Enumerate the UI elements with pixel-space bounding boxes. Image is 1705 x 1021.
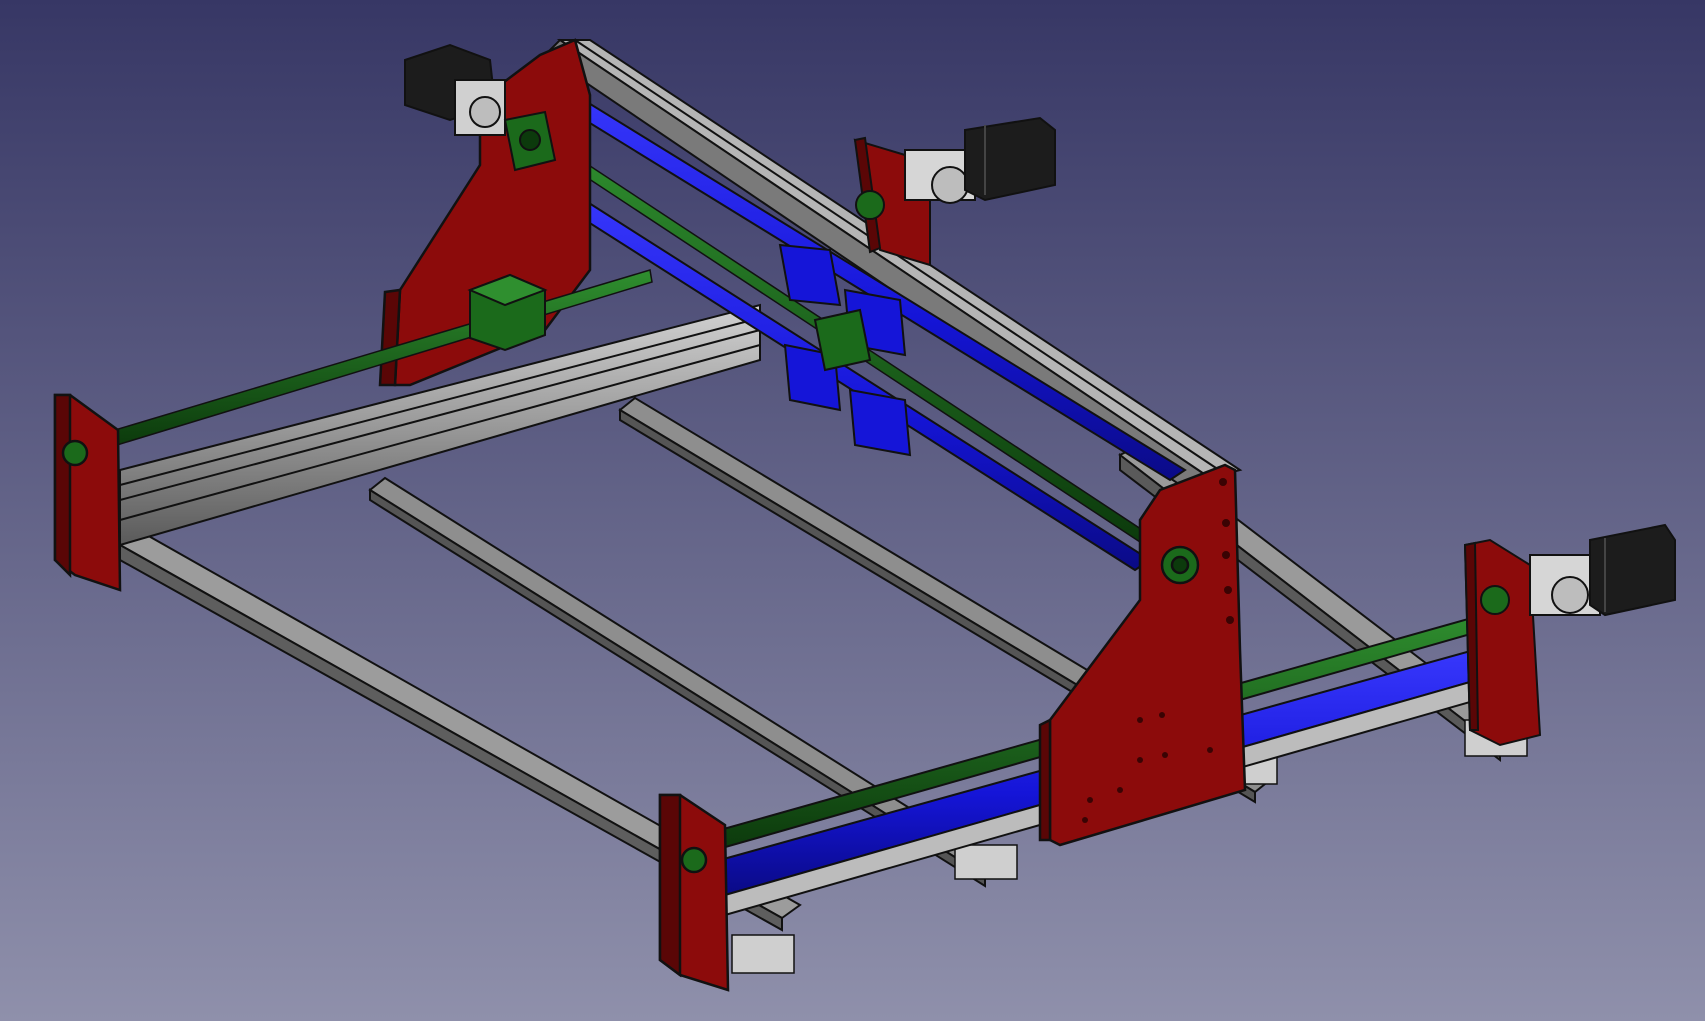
cad-3d-viewport[interactable] (0, 0, 1705, 1021)
linear-bearing-block (848, 388, 912, 457)
tslot-profile-left (731, 934, 795, 974)
tslot-profile-middle (954, 844, 1018, 880)
end-plate-front-left[interactable] (53, 393, 122, 592)
carriage-nut (813, 308, 872, 372)
bearing-green (1480, 585, 1510, 615)
stepper-motor (964, 116, 1056, 202)
bearing-green (855, 190, 885, 220)
stepper-motor (1589, 523, 1676, 617)
end-plate-front-right[interactable] (658, 793, 730, 992)
bearing-green (680, 846, 708, 874)
cnc-router-model[interactable] (0, 0, 1705, 1021)
ball-nut-left[interactable] (467, 273, 548, 352)
bearing-block-top-left[interactable] (503, 110, 557, 172)
linear-bearing-block (778, 243, 842, 307)
bearing-green (61, 439, 89, 467)
